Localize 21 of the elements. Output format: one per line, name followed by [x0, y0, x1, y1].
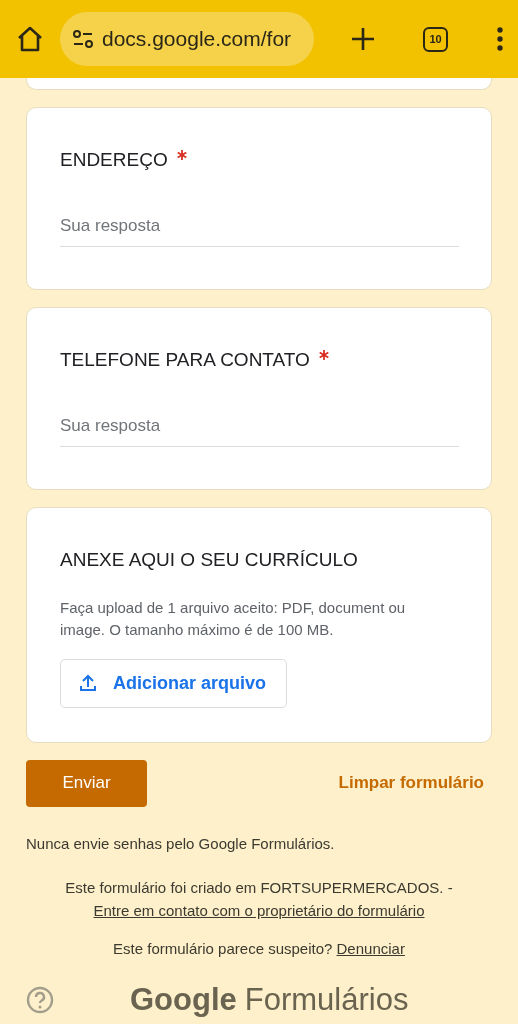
submit-button[interactable]: Enviar [26, 759, 147, 807]
home-icon[interactable] [16, 26, 44, 52]
footer-text: Este formulário parece suspeito? [113, 940, 333, 957]
question-title: TELEFONE PARA CONTATO [60, 349, 310, 370]
url-bar[interactable]: docs.google.com/for [60, 12, 314, 66]
upload-icon [79, 674, 97, 692]
answer-field[interactable]: Sua resposta [60, 408, 459, 447]
question-title: ENDEREÇO [60, 149, 168, 170]
new-tab-icon[interactable] [351, 27, 375, 51]
report-link[interactable]: Denunciar [336, 940, 405, 957]
menu-icon[interactable] [496, 27, 504, 52]
add-file-button[interactable]: Adicionar arquivo [60, 658, 288, 708]
footer-text: Este formulário foi criado em FORTSUPERMERCADOS. - [65, 879, 453, 896]
upload-hint: Faça upload de 1 arquivo aceito: PDF, document ou image. O tamanho máximo é de 100 MB. [60, 597, 407, 640]
question-title: ANEXE AQUI O SEU CURRÍCULO [60, 549, 358, 570]
brand-logo: Google Formulários [130, 982, 409, 1017]
answer-field[interactable]: Sua resposta [60, 208, 459, 247]
notice-text: Nunca envie senhas pelo Google Formulários. [26, 833, 336, 854]
contact-owner-link[interactable]: Entre em contato com o proprietário do formulário [93, 901, 425, 919]
site-settings-icon[interactable] [72, 29, 94, 49]
tab-count-button[interactable]: 10 [423, 26, 448, 52]
